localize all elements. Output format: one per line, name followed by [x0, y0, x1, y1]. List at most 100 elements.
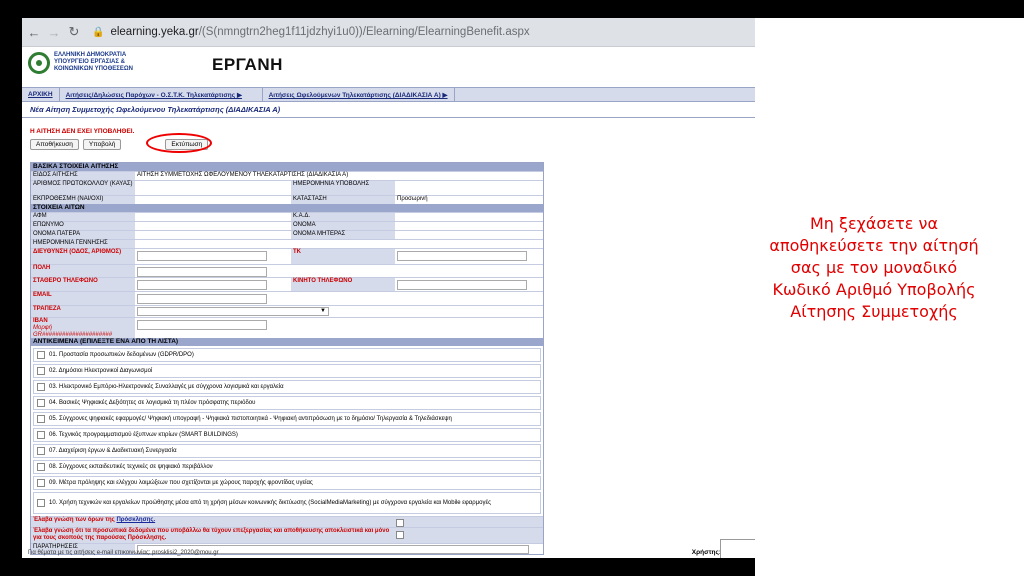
section-basic-header: ΒΑΣΙΚΑ ΣΤΟΙΧΕΙΑ ΑΙΤΗΣΗΣ — [31, 163, 543, 171]
protocol-label: ΑΡΙΘΜΟΣ ΠΡΩΤΟΚΟΛΛΟΥ (ΚΑΥΑΣ) — [31, 181, 135, 195]
browser-toolbar: ← → ↻ 🔒 elearning.yeka.gr/(S(nmngtrn2heg… — [22, 18, 755, 47]
iban-format: Μορφή — [33, 325, 53, 331]
phone-input[interactable] — [137, 280, 267, 290]
checkbox[interactable] — [37, 383, 45, 391]
mother-value — [395, 231, 543, 239]
lock-icon[interactable]: 🔒 — [92, 27, 104, 38]
ministry-line: ΕΛΛΗΝΙΚΗ ΔΗΜΟΚΡΑΤΙΑ — [54, 52, 127, 58]
footer-contact: Για θέματα με τις αιτήσεις e-mail επικοι… — [28, 550, 219, 556]
data-consent-label: Έλαβα γνώση ότι τα προσωπικά δεδομένα πο… — [33, 528, 390, 541]
ergani-logo: ΕΡΓΑΝΗ — [212, 55, 283, 74]
save-button[interactable]: Αποθήκευση — [30, 139, 79, 150]
subject-label: 06. Τεχνικός προγραμματισμού έξυπνων κτι… — [49, 432, 238, 438]
subject-item[interactable]: 01. Προστασία προσωπικών δεδομένων (GDPR… — [33, 348, 541, 362]
checkbox[interactable] — [37, 431, 45, 439]
reload-icon[interactable]: ↻ — [66, 24, 82, 40]
subject-label: 01. Προστασία προσωπικών δεδομένων (GDPR… — [49, 352, 194, 358]
checkbox[interactable] — [37, 399, 45, 407]
status-label: ΚΑΤΑΣΤΑΣΗ — [291, 196, 395, 204]
afm-value — [135, 213, 291, 221]
terms-link[interactable]: Πρόσκλησης. — [116, 517, 155, 523]
bank-select[interactable]: ▼ — [137, 307, 329, 316]
subject-item[interactable]: 06. Τεχνικός προγραμματισμού έξυπνων κτι… — [33, 428, 541, 442]
iban-input[interactable] — [137, 320, 267, 330]
ministry-line: ΚΟΙΝΩΝΙΚΩΝ ΥΠΟΘΕΣΕΩΝ — [54, 66, 133, 72]
header-banner: ΕΛΛΗΝΙΚΗ ΔΗΜΟΚΡΑΤΙΑ ΥΠΟΥΡΓΕΙΟ ΕΡΓΑΣΙΑΣ &… — [22, 47, 755, 88]
checkbox[interactable] — [37, 499, 45, 507]
late-label: ΕΚΠΡΟΘΕΣΜΗ (ΝΑΙ/ΟΧΙ) — [31, 196, 135, 204]
afm-label: ΑΦΜ — [31, 213, 135, 221]
surname-label: ΕΠΩΝΥΜΟ — [31, 222, 135, 230]
address-input[interactable] — [137, 251, 267, 261]
url-path: /(S(nmngtrn2heg1f11jdzhyi1u0))/Elearning… — [198, 26, 530, 38]
city-input[interactable] — [137, 267, 267, 277]
subject-item[interactable]: 03. Ηλεκτρονικό Εμπόριο-Ηλεκτρονικές Συν… — [33, 380, 541, 394]
checkbox[interactable] — [37, 463, 45, 471]
nav-home[interactable]: ΑΡΧΙΚΗ — [22, 88, 60, 101]
tk-input[interactable] — [397, 251, 527, 261]
application-form: ΒΑΣΙΚΑ ΣΤΟΙΧΕΙΑ ΑΙΤΗΣΗΣ ΕΙΔΟΣ ΑΙΤΗΣΗΣ ΑΙΤ… — [30, 162, 544, 555]
subject-item[interactable]: 08. Σύγχρονες εκπαιδευτικές τεχνικές σε … — [33, 460, 541, 474]
ministry-line: ΥΠΟΥΡΓΕΙΟ ΕΡΓΑΣΙΑΣ & — [54, 59, 125, 65]
subject-item[interactable]: 04. Βασικές Ψηφιακές Δεξιότητες σε λογισ… — [33, 396, 541, 410]
forward-icon[interactable]: → — [46, 25, 62, 40]
back-icon[interactable]: ← — [26, 25, 42, 40]
subject-label: 04. Βασικές Ψηφιακές Δεξιότητες σε λογισ… — [49, 400, 256, 406]
mother-label: ΟΝΟΜΑ ΜΗΤΕΡΑΣ — [291, 231, 395, 239]
terms-checkbox[interactable] — [396, 519, 404, 527]
terms-consent-label: Έλαβα γνώση των όρων της Πρόσκλησης. — [31, 517, 393, 527]
subject-item[interactable]: 07. Διαχείριση έργων & Διαδικτυακή Συνερ… — [33, 444, 541, 458]
instruction-note: Μη ξεχάσετε να αποθηκεύσετε την αίτησή σ… — [769, 214, 979, 321]
footer-user: Χρήστης: — [691, 549, 721, 556]
mobile-input[interactable] — [397, 280, 527, 290]
phone-label: ΣΤΑΘΕΡΟ ΤΗΛΕΦΩΝΟ — [31, 278, 135, 291]
checkbox[interactable] — [37, 447, 45, 455]
highlight-circle — [146, 133, 212, 153]
subjects-list: 01. Προστασία προσωπικών δεδομένων (GDPR… — [31, 348, 543, 514]
chevron-down-icon: ▼ — [320, 308, 326, 314]
kad-label: Κ.Α.Δ. — [291, 213, 395, 221]
mobile-label: ΚΙΝΗΤΟ ΤΗΛΕΦΩΝΟ — [291, 278, 395, 291]
type-label: ΕΙΔΟΣ ΑΙΤΗΣΗΣ — [31, 172, 135, 180]
protocol-value — [135, 181, 291, 195]
subject-item[interactable]: 09. Μέτρα πρόληψης και ελέγχου λοιμώξεων… — [33, 476, 541, 490]
type-value: ΑΙΤΗΣΗ ΣΥΜΜΕΤΟΧΗΣ ΩΦΕΛΟΥΜΕΝΟΥ ΤΗΛΕΚΑΤΑΡΤ… — [135, 172, 543, 180]
nav-provider-requests[interactable]: Αιτήσεις/Δηλώσεις Παρόχων - Ο.Σ.Τ.Κ. Τηλ… — [60, 88, 263, 101]
data-consent-checkbox[interactable] — [396, 531, 404, 539]
url-domain: elearning.yeka.gr — [110, 26, 199, 38]
father-value — [135, 231, 291, 239]
checkbox[interactable] — [37, 351, 45, 359]
terms-text: Έλαβα γνώση των όρων της — [33, 517, 117, 523]
subject-label: 02. Δημόσιοι Ηλεκτρονικοί Διαγωνισμοί — [49, 368, 153, 374]
address-label: ΔΙΕΥΘΥΝΣΗ (ΟΔΟΣ, ΑΡΙΘΜΟΣ) — [31, 249, 135, 264]
late-value — [135, 196, 291, 204]
nav-beneficiary-requests[interactable]: Αιτήσεις Ωφελούμενων Τηλεκατάρτισης (ΔΙΑ… — [263, 88, 455, 101]
page-title: Νέα Αίτηση Συμμετοχής Ωφελούμενου Τηλεκα… — [22, 102, 755, 118]
name-label: ΟΝΟΜΑ — [291, 222, 395, 230]
section-subjects-header: ΑΝΤΙΚΕΙΜΕΝΑ (ΕΠΙΛΕΞΤΕ ΕΝΑ ΑΠΟ ΤΗ ΛΙΣΤΑ) — [31, 338, 543, 346]
warning-text: Η ΑΙΤΗΣΗ ΔΕΝ ΕΧΕΙ ΥΠΟΒΛΗΘΕΙ. — [30, 128, 135, 135]
birth-label: ΗΜΕΡΟΜΗΝΙΑ ΓΕΝΝΗΣΗΣ — [31, 240, 135, 248]
father-label: ΟΝΟΜΑ ΠΑΤΕΡΑ — [31, 231, 135, 239]
kad-value — [395, 213, 543, 221]
bank-label: ΤΡΑΠΕΖΑ — [31, 306, 135, 317]
submit-date-label: ΗΜΕΡΟΜΗΝΙΑ ΥΠΟΒΟΛΗΣ — [291, 181, 395, 195]
submit-button[interactable]: Υποβολή — [82, 139, 122, 150]
subject-label: 07. Διαχείριση έργων & Διαδικτυακή Συνερ… — [49, 448, 177, 454]
web-page: ΕΛΛΗΝΙΚΗ ΔΗΜΟΚΡΑΤΙΑ ΥΠΟΥΡΓΕΙΟ ΕΡΓΑΣΙΑΣ &… — [22, 47, 755, 558]
checkbox[interactable] — [37, 479, 45, 487]
checkbox[interactable] — [37, 415, 45, 423]
name-value — [395, 222, 543, 230]
subject-item[interactable]: 05. Σύγχρονες ψηφιακές εφαρμογές/ Ψηφιακ… — [33, 412, 541, 426]
address-bar[interactable]: elearning.yeka.gr/(S(nmngtrn2heg1f11jdzh… — [110, 26, 529, 38]
action-buttons: Αποθήκευση Υποβολή Εκτύπωση — [30, 133, 755, 153]
city-label: ΠΟΛΗ — [31, 265, 135, 277]
subject-item[interactable]: 02. Δημόσιοι Ηλεκτρονικοί Διαγωνισμοί — [33, 364, 541, 378]
checkbox[interactable] — [37, 367, 45, 375]
subject-label: 05. Σύγχρονες ψηφιακές εφαρμογές/ Ψηφιακ… — [49, 416, 452, 422]
subject-label: 10. Χρήση τεχνικών και εργαλείων προώθησ… — [49, 500, 492, 506]
email-input[interactable] — [137, 294, 267, 304]
surname-value — [135, 222, 291, 230]
section-person-header: ΣΤΟΙΧΕΙΑ ΑΙΤΩΝ — [31, 204, 543, 212]
subject-item[interactable]: 10. Χρήση τεχνικών και εργαλείων προώθησ… — [33, 492, 541, 514]
